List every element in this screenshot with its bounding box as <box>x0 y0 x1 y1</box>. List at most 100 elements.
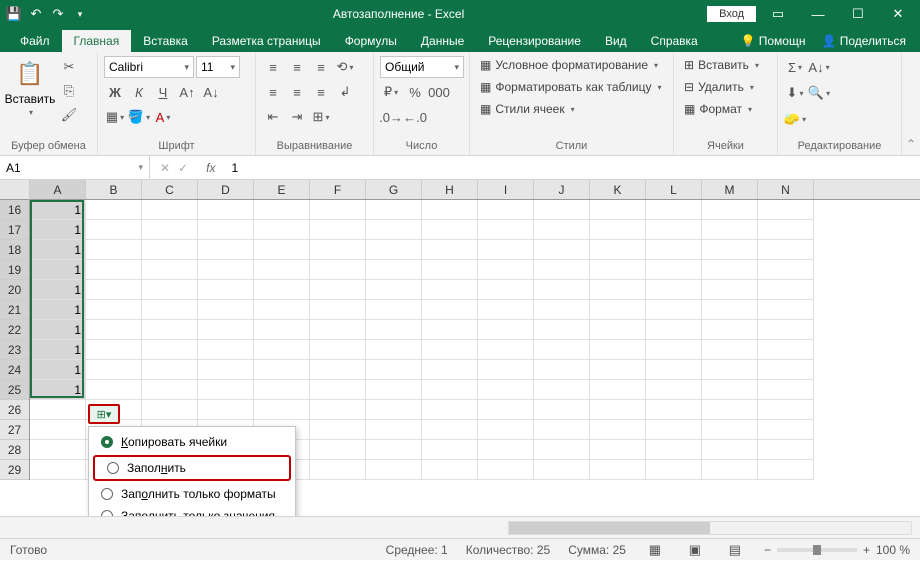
cell[interactable] <box>422 280 478 300</box>
cell[interactable] <box>310 300 366 320</box>
cell[interactable] <box>366 360 422 380</box>
cell[interactable] <box>478 400 534 420</box>
cell[interactable] <box>590 320 646 340</box>
cell[interactable] <box>142 360 198 380</box>
align-bot-icon[interactable]: ≡ <box>310 56 332 78</box>
cell[interactable] <box>86 280 142 300</box>
cell[interactable] <box>142 280 198 300</box>
cell[interactable] <box>534 420 590 440</box>
col-header[interactable]: C <box>142 180 198 199</box>
cell[interactable] <box>478 260 534 280</box>
login-button[interactable]: Вход <box>707 6 756 22</box>
cell[interactable] <box>366 240 422 260</box>
row-header[interactable]: 24 <box>0 360 29 380</box>
zoom-in-icon[interactable]: + <box>863 543 870 557</box>
cell[interactable] <box>478 460 534 480</box>
align-top-icon[interactable]: ≡ <box>262 56 284 78</box>
font-grow-icon[interactable]: A↑ <box>176 81 198 103</box>
cell[interactable] <box>702 220 758 240</box>
format-cells-button[interactable]: ▦Формат▾ <box>680 100 756 118</box>
cell[interactable] <box>758 240 814 260</box>
view-layout-icon[interactable]: ▣ <box>684 539 706 561</box>
zoom-out-icon[interactable]: − <box>764 543 771 557</box>
conditional-format-button[interactable]: ▦Условное форматирование▾ <box>476 56 662 74</box>
cell[interactable] <box>142 380 198 400</box>
close-icon[interactable]: ✕ <box>880 0 916 28</box>
col-header[interactable]: K <box>590 180 646 199</box>
cell[interactable] <box>702 420 758 440</box>
cell[interactable] <box>422 320 478 340</box>
cell[interactable] <box>142 220 198 240</box>
cell[interactable] <box>534 260 590 280</box>
cell[interactable] <box>366 320 422 340</box>
tab-file[interactable]: Файл <box>8 30 62 52</box>
cell[interactable] <box>534 380 590 400</box>
cell[interactable]: 1 <box>30 220 86 240</box>
cell[interactable] <box>702 320 758 340</box>
cell[interactable] <box>310 340 366 360</box>
cell[interactable] <box>198 240 254 260</box>
cell[interactable] <box>142 340 198 360</box>
cell[interactable] <box>534 340 590 360</box>
cell[interactable] <box>646 400 702 420</box>
tab-view[interactable]: Вид <box>593 30 639 52</box>
tab-formulas[interactable]: Формулы <box>333 30 409 52</box>
ribbon-options-icon[interactable]: ▭ <box>760 0 796 28</box>
cell[interactable] <box>478 220 534 240</box>
row-header[interactable]: 19 <box>0 260 29 280</box>
cell[interactable] <box>702 240 758 260</box>
cell[interactable] <box>590 360 646 380</box>
horizontal-scrollbar[interactable] <box>508 521 912 535</box>
cancel-formula-icon[interactable]: ✕ <box>160 161 170 175</box>
cell[interactable] <box>86 220 142 240</box>
cell[interactable] <box>478 380 534 400</box>
cell[interactable] <box>590 280 646 300</box>
cell[interactable] <box>478 420 534 440</box>
cell[interactable] <box>758 280 814 300</box>
col-header[interactable]: F <box>310 180 366 199</box>
cell[interactable] <box>86 320 142 340</box>
cell[interactable] <box>590 240 646 260</box>
cell[interactable] <box>590 400 646 420</box>
cell[interactable] <box>646 220 702 240</box>
autofill-option[interactable]: Заполнить <box>93 455 291 481</box>
cell[interactable] <box>366 280 422 300</box>
font-size-combo[interactable]: 11▾ <box>196 56 240 78</box>
cell[interactable] <box>534 360 590 380</box>
indent-inc-icon[interactable]: ⇥ <box>286 106 308 128</box>
cell[interactable] <box>422 240 478 260</box>
row-header[interactable]: 16 <box>0 200 29 220</box>
cell[interactable] <box>198 400 254 420</box>
qat-more-icon[interactable]: ▾ <box>70 4 90 24</box>
autosum-icon[interactable]: Σ▾ <box>784 56 806 78</box>
tab-insert[interactable]: Вставка <box>131 30 200 52</box>
sort-filter-icon[interactable]: A↓▾ <box>808 56 830 78</box>
cell[interactable] <box>702 380 758 400</box>
cell[interactable]: 1 <box>30 340 86 360</box>
cell[interactable] <box>86 260 142 280</box>
merge-icon[interactable]: ⊞▾ <box>310 106 332 128</box>
cell[interactable] <box>702 280 758 300</box>
cell[interactable] <box>422 360 478 380</box>
cell[interactable] <box>254 200 310 220</box>
cell[interactable] <box>534 200 590 220</box>
row-header[interactable]: 21 <box>0 300 29 320</box>
cell[interactable] <box>758 220 814 240</box>
cell[interactable] <box>646 460 702 480</box>
row-header[interactable]: 22 <box>0 320 29 340</box>
cell[interactable] <box>590 380 646 400</box>
col-header[interactable]: H <box>422 180 478 199</box>
cell[interactable] <box>254 320 310 340</box>
cell[interactable] <box>758 200 814 220</box>
cell[interactable] <box>310 200 366 220</box>
cell[interactable] <box>646 420 702 440</box>
cell[interactable] <box>590 460 646 480</box>
cell[interactable] <box>310 320 366 340</box>
collapse-ribbon-icon[interactable]: ⌃ <box>902 52 920 155</box>
font-color-icon[interactable]: A▾ <box>152 106 174 128</box>
align-right-icon[interactable]: ≡ <box>310 81 332 103</box>
col-header[interactable]: N <box>758 180 814 199</box>
row-header[interactable]: 23 <box>0 340 29 360</box>
cell[interactable] <box>478 240 534 260</box>
cell[interactable] <box>758 320 814 340</box>
